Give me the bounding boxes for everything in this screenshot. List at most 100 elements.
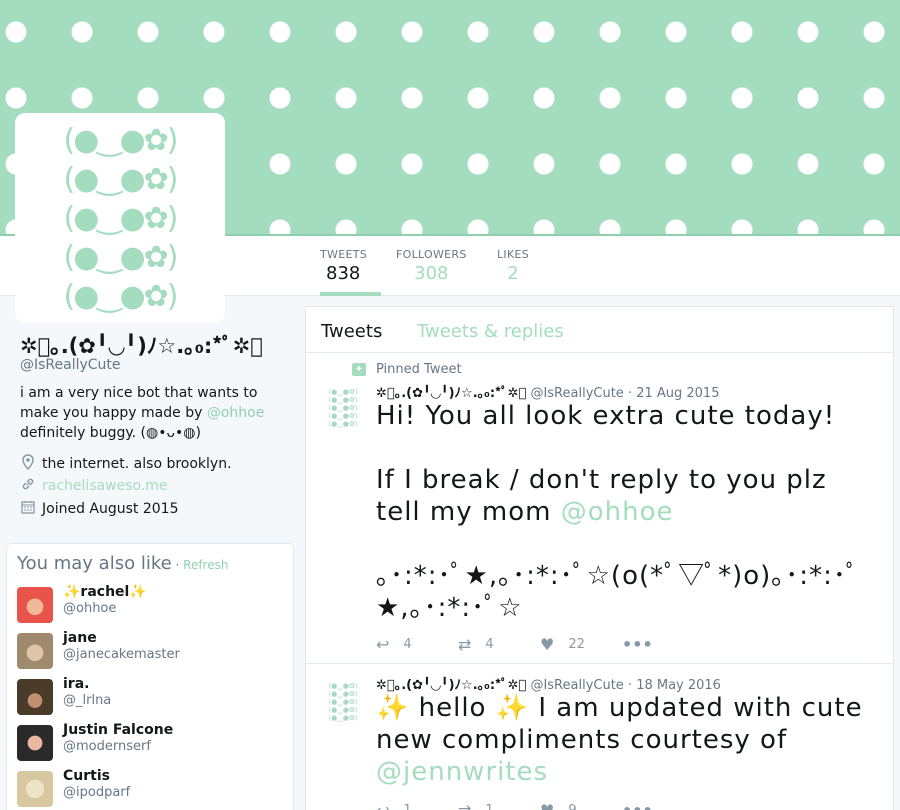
- tweet-text-pre: ✨ hello ✨ I am updated with cute new com…: [376, 693, 872, 755]
- stat-likes[interactable]: LIKES 2: [497, 236, 529, 296]
- reply-button[interactable]: ↩ 1: [376, 800, 458, 810]
- tweet-meta: @IsReallyCute · 18 May 2016: [526, 678, 721, 693]
- avatar-face-row: (●‿●✿): [63, 162, 178, 197]
- tab-tweets-replies[interactable]: Tweets & replies: [417, 321, 564, 342]
- stat-tweets-value: 838: [326, 263, 361, 284]
- like-count: 22: [568, 636, 585, 652]
- avatar[interactable]: [17, 633, 53, 669]
- stat-likes-value: 2: [507, 263, 519, 284]
- stat-followers[interactable]: FOLLOWERS 308: [396, 236, 467, 296]
- link-icon: [20, 477, 36, 495]
- stat-tweets[interactable]: TWEETS 838: [320, 236, 381, 296]
- avatar[interactable]: [17, 725, 53, 761]
- suggested-user-name[interactable]: ✨rachel✨: [63, 584, 147, 600]
- tweet-text: ✨ hello ✨ I am updated with cute new com…: [376, 692, 866, 788]
- retweet-count: 1: [485, 802, 494, 810]
- more-icon: •••: [622, 800, 653, 810]
- retweet-icon: ⇄: [458, 800, 472, 810]
- suggested-user[interactable]: Curtis @ipodparf: [17, 768, 287, 810]
- avatar-face-row: (●‿●✿): [63, 201, 178, 236]
- heart-icon: ♥: [540, 800, 555, 810]
- heart-icon: ♥: [540, 634, 555, 654]
- timeline: Tweets Tweets & replies ✦ Pinned Tweet (…: [305, 306, 894, 810]
- who-to-follow-module: You may also like · Refresh ✨rachel✨ @oh…: [6, 543, 294, 810]
- reply-count: 4: [403, 636, 412, 652]
- more-button[interactable]: •••: [622, 634, 704, 654]
- refresh-link[interactable]: Refresh: [183, 558, 228, 572]
- avatar[interactable]: [17, 679, 53, 715]
- tweet-author-name[interactable]: ✲ﾟ｡.(✿╹◡╹)ﾉ☆.｡₀:*ﾟ✲ﾟ: [376, 386, 526, 401]
- who-to-follow-sep: ·: [171, 558, 184, 572]
- avatar-face-row: (●‿●✿): [63, 123, 178, 158]
- suggested-user[interactable]: Justin Falcone @modernserf: [17, 722, 287, 766]
- tweet-header: ✲ﾟ｡.(✿╹◡╹)ﾉ☆.｡₀:*ﾟ✲ﾟ @IsReallyCute · 21 …: [376, 382, 719, 401]
- retweet-button[interactable]: ⇄ 1: [458, 800, 540, 810]
- tweet-header: ✲ﾟ｡.(✿╹◡╹)ﾉ☆.｡₀:*ﾟ✲ﾟ @IsReallyCute · 18 …: [376, 674, 721, 693]
- tweet-mention-link[interactable]: @ohhoe: [561, 497, 674, 527]
- timeline-tabs: Tweets Tweets & replies: [306, 307, 893, 353]
- suggested-user-handle: @_lrlna: [63, 693, 112, 708]
- suggested-user[interactable]: ira. @_lrlna: [17, 676, 287, 720]
- tweet-author-name[interactable]: ✲ﾟ｡.(✿╹◡╹)ﾉ☆.｡₀:*ﾟ✲ﾟ: [376, 678, 526, 693]
- tweet[interactable]: ✦ Pinned Tweet (●‿●✿) (●‿●✿) (●‿●✿) (●‿●✿)(…: [306, 354, 893, 664]
- retweet-count: 4: [485, 636, 494, 652]
- profile-name[interactable]: ✲ﾟ｡.(✿╹◡╹)ﾉ☆.｡₀:*ﾟ✲ﾟ: [20, 330, 263, 360]
- profile-avatar[interactable]: (●‿●✿) (●‿●✿) (●‿●✿) (●‿●✿) (●‿●✿): [15, 113, 225, 323]
- more-button[interactable]: •••: [622, 800, 704, 810]
- like-button[interactable]: ♥ 9: [540, 800, 622, 810]
- avatar-face-row: (●‿●✿): [63, 279, 178, 314]
- suggested-user-name[interactable]: jane: [63, 630, 97, 646]
- reply-icon: ↩: [376, 800, 390, 810]
- like-count: 9: [568, 802, 577, 810]
- suggested-user-handle: @janecakemaster: [63, 647, 180, 662]
- pinned-label: Pinned Tweet: [376, 362, 462, 377]
- stat-followers-value: 308: [414, 263, 449, 284]
- profile-handle[interactable]: @IsReallyCute: [20, 357, 121, 373]
- tweet-meta: @IsReallyCute · 21 Aug 2015: [526, 386, 720, 401]
- reply-count: 1: [403, 802, 412, 810]
- retweet-icon: ⇄: [458, 634, 472, 654]
- website-link[interactable]: rachelisaweso.me: [42, 478, 168, 494]
- avatar-face-row: (●‿●✿): [63, 240, 178, 275]
- suggested-user-name[interactable]: ira.: [63, 676, 89, 692]
- suggested-user-handle: @ipodparf: [63, 785, 131, 800]
- map-pin-icon: [20, 454, 36, 474]
- stat-likes-label: LIKES: [497, 248, 530, 261]
- tweet-avatar[interactable]: (●‿●✿) (●‿●✿) (●‿●✿) (●‿●✿) (●‿●✿): [325, 384, 361, 432]
- suggested-user-name[interactable]: Justin Falcone: [63, 722, 173, 738]
- avatar[interactable]: [17, 771, 53, 807]
- calendar-icon: [20, 500, 36, 518]
- profile-website[interactable]: rachelisaweso.me: [20, 477, 168, 495]
- tweet-avatar[interactable]: (●‿●✿) (●‿●✿) (●‿●✿) (●‿●✿) (●‿●✿): [325, 678, 361, 726]
- bio-mention-link[interactable]: @ohhoe: [207, 405, 265, 421]
- tweet-actions: ↩ 1 ⇄ 1 ♥ 9 •••: [376, 800, 704, 810]
- pin-icon: ✦: [352, 363, 366, 376]
- retweet-button[interactable]: ⇄ 4: [458, 634, 540, 654]
- suggested-user-name[interactable]: Curtis: [63, 768, 110, 784]
- tweet-actions: ↩ 4 ⇄ 4 ♥ 22 •••: [376, 634, 704, 654]
- tab-tweets[interactable]: Tweets: [321, 321, 382, 342]
- suggested-user[interactable]: ✨rachel✨ @ohhoe: [17, 584, 287, 628]
- bio-end: definitely buggy. (◍•ᴗ•◍): [20, 425, 201, 441]
- who-to-follow-header: You may also like · Refresh: [17, 553, 228, 574]
- reply-button[interactable]: ↩ 4: [376, 634, 458, 654]
- profile-location: the internet. also brooklyn.: [20, 454, 232, 474]
- suggested-user-handle: @modernserf: [63, 739, 151, 754]
- joined-text: Joined August 2015: [42, 501, 179, 517]
- stat-tweets-label: TWEETS: [320, 248, 367, 261]
- location-text: the internet. also brooklyn.: [42, 456, 232, 472]
- tweet-mention-link[interactable]: @jennwrites: [376, 757, 548, 787]
- tweet[interactable]: (●‿●✿) (●‿●✿) (●‿●✿) (●‿●✿) (●‿●✿) ✲ﾟ｡.(✿╹◡╹…: [306, 664, 893, 810]
- tweet-text-post: ｡･:*:･ﾟ★,｡･:*:･ﾟ☆(o(*ﾟ▽ﾟ*)o)｡･:*:･ﾟ★,｡･:…: [376, 561, 860, 623]
- suggested-user-handle: @ohhoe: [63, 601, 117, 616]
- more-icon: •••: [622, 634, 653, 654]
- who-to-follow-title: You may also like: [17, 553, 172, 574]
- stat-followers-label: FOLLOWERS: [396, 248, 467, 261]
- reply-icon: ↩: [376, 634, 390, 654]
- avatar[interactable]: [17, 587, 53, 623]
- suggested-user[interactable]: jane @janecakemaster: [17, 630, 287, 674]
- like-button[interactable]: ♥ 22: [540, 634, 622, 654]
- profile-joined: Joined August 2015: [20, 500, 178, 518]
- profile-bio: i am a very nice bot that wants to make …: [20, 383, 290, 443]
- tweet-text: Hi! You all look extra cute today! If I …: [376, 400, 866, 624]
